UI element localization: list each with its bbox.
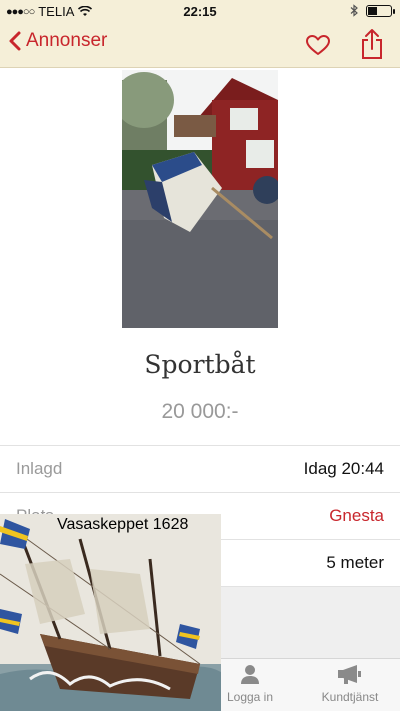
back-button[interactable]: Annonser: [8, 30, 107, 52]
chevron-left-icon: [9, 31, 21, 51]
navigation-bar: Annonser: [0, 22, 400, 68]
clock: 22:15: [183, 4, 217, 19]
detail-value: 5 meter: [326, 553, 384, 572]
share-icon[interactable]: [360, 28, 384, 60]
megaphone-icon: [338, 665, 361, 684]
detail-row-posted: Inlagd Idag 20:44: [0, 445, 400, 492]
listing-photo[interactable]: [122, 70, 278, 328]
location-link[interactable]: Gnesta: [329, 506, 384, 526]
bluetooth-icon: [350, 4, 358, 17]
overlay-caption: Vasaskeppet 1628: [57, 516, 189, 533]
back-button-label: Annonser: [26, 30, 108, 51]
tab-label: Kundtjänst: [321, 690, 379, 704]
detail-label: Inlagd: [16, 459, 63, 478]
battery-level: [368, 6, 378, 15]
ship-illustration: [0, 514, 221, 711]
listing-price: 20 000:-: [161, 400, 239, 423]
tab-customer-service[interactable]: Kundtjänst: [305, 663, 395, 704]
person-icon: [241, 665, 259, 684]
favorite-heart-icon[interactable]: [305, 34, 331, 56]
battery-icon: [366, 4, 395, 17]
overlay-image: Vasaskeppet 1628: [0, 514, 221, 711]
boat-photo-illustration: [122, 70, 278, 328]
status-bar: ●●●○○ TELIA 22:15: [0, 0, 400, 22]
detail-value: Idag 20:44: [303, 459, 384, 478]
listing-title: Sportbåt: [144, 350, 256, 379]
status-icons: [350, 4, 395, 17]
